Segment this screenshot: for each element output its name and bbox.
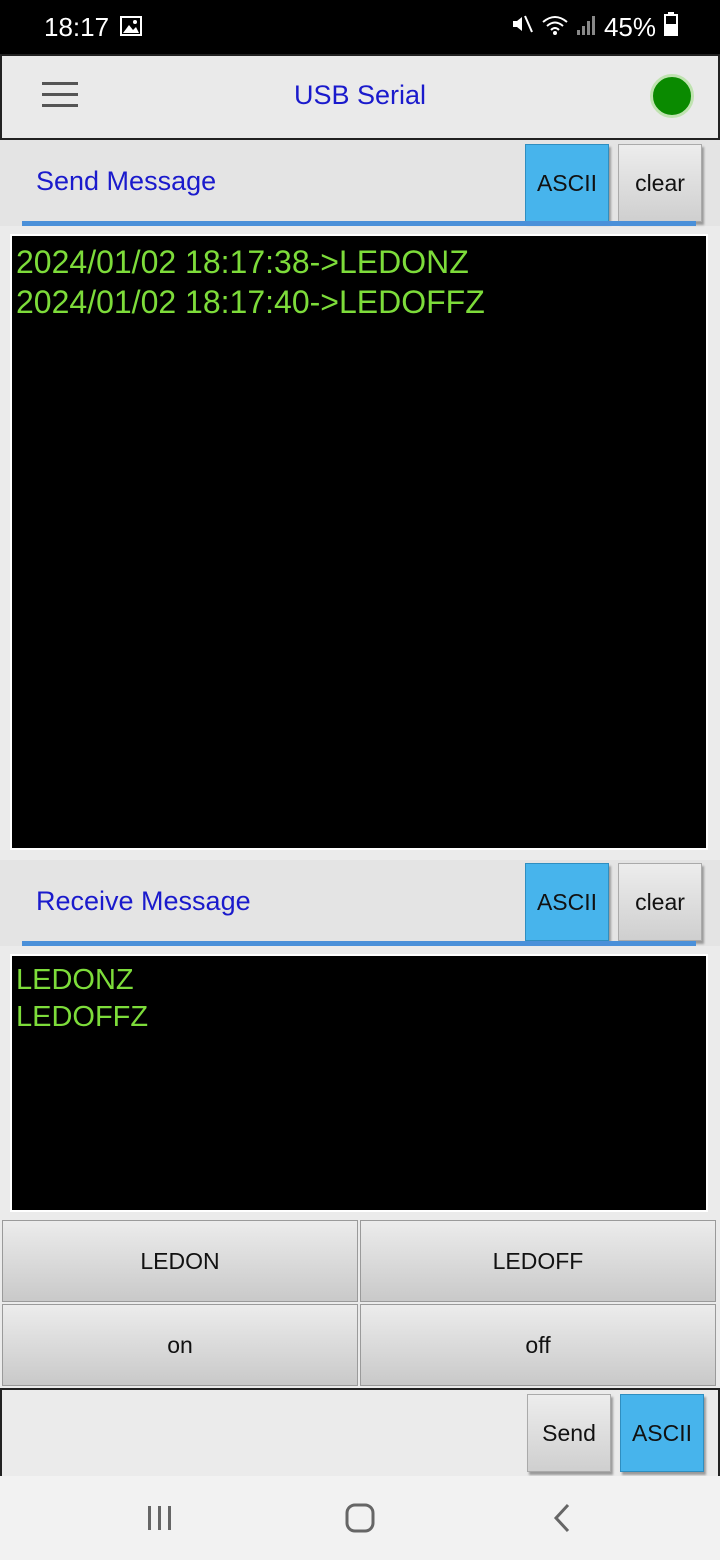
macro-button-off[interactable]: off [360,1304,716,1386]
send-button[interactable]: Send [527,1394,611,1472]
app-bar: USB Serial [0,54,720,140]
receive-log-line: LEDONZ [16,964,134,996]
macro-button-ledon[interactable]: LEDON [2,1220,358,1302]
send-log-line: 2024/01/02 18:17:40->LEDOFFZ [16,284,485,320]
receive-divider [22,941,696,946]
receive-message-label: Receive Message [36,886,251,916]
receive-log-terminal[interactable]: LEDONZ LEDOFFZ [10,954,708,1212]
mute-icon [510,12,534,43]
home-icon[interactable] [340,1500,380,1536]
receive-ascii-toggle[interactable]: ASCII [525,863,609,941]
status-icons: 45% [510,12,678,43]
app-title: USB Serial [293,80,427,110]
message-input-bar: Send ASCII [0,1388,720,1478]
battery-percent: 45% [603,12,656,42]
message-input[interactable] [10,1396,514,1470]
battery-icon [664,12,678,43]
signal-icon [576,12,596,43]
receive-log-line: LEDOFFZ [16,1001,149,1033]
input-ascii-toggle[interactable]: ASCII [620,1394,704,1472]
recent-apps-icon[interactable] [140,1500,180,1536]
send-log-line: 2024/01/02 18:17:38->LEDONZ [16,244,469,280]
send-log-terminal[interactable]: 2024/01/02 18:17:38->LEDONZ 2024/01/02 1… [10,234,708,850]
macro-button-ledoff[interactable]: LEDOFF [360,1220,716,1302]
send-message-label: Send Message [36,166,217,196]
wifi-icon [542,12,568,43]
receive-message-header: Receive Message ASCII clear [0,860,720,946]
macro-button-on[interactable]: on [2,1304,358,1386]
send-ascii-toggle[interactable]: ASCII [525,144,609,222]
send-divider [22,221,696,226]
connection-status-indicator[interactable] [650,74,694,118]
receive-clear-button[interactable]: clear [618,863,702,941]
send-clear-button[interactable]: clear [618,144,702,222]
send-message-header: Send Message ASCII clear [0,140,720,226]
back-icon[interactable] [542,1500,582,1536]
status-bar: 18:17 45% [0,0,720,54]
system-nav-bar [0,1476,720,1560]
image-notification-icon [120,16,142,41]
status-time: 18:17 [44,12,110,42]
